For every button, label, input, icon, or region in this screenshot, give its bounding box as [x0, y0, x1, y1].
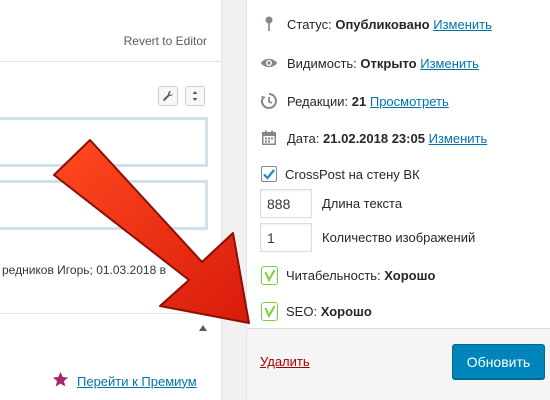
text-length-input[interactable] — [260, 189, 312, 218]
revisions-row: Редакции: 21 Просмотреть — [259, 91, 449, 111]
seo-value: Хорошо — [320, 304, 372, 319]
yoast-check-icon — [261, 266, 278, 285]
visibility-value: Открыто — [360, 55, 417, 71]
editor-toolbar: Revert to Editor — [0, 0, 221, 62]
crosspost-label: CrossPost на стену ВК — [285, 166, 420, 182]
text-length-label: Длина текста — [322, 196, 403, 211]
status-value: Опубликовано — [335, 16, 430, 32]
premium-link-row[interactable]: Перейти к Премиум — [52, 371, 197, 391]
collapse-arrow-icon[interactable] — [199, 325, 207, 331]
visibility-row: Видимость: Открыто Изменить — [259, 53, 479, 73]
star-icon — [52, 371, 69, 391]
editor-panel: Revert to Editor редников Игорь; 01.03.2… — [0, 0, 222, 400]
image-count-label: Количество изображений — [322, 230, 476, 245]
date-value: 21.02.2018 23:05 — [323, 130, 425, 146]
status-edit-link[interactable]: Изменить — [433, 17, 492, 32]
revisions-view-link[interactable]: Просмотреть — [370, 94, 449, 109]
content-block[interactable] — [0, 117, 208, 167]
revisions-value: 21 — [351, 93, 367, 109]
wrench-icon[interactable] — [158, 86, 178, 106]
readability-value: Хорошо — [384, 268, 436, 283]
publish-actions: Удалить Обновить — [247, 328, 550, 400]
readability-label: Читабельность: — [286, 268, 381, 283]
crosspost-checkbox[interactable] — [261, 166, 277, 182]
premium-link[interactable]: Перейти к Премиум — [77, 374, 197, 389]
eye-icon — [259, 53, 279, 73]
image-count-input[interactable] — [260, 223, 312, 252]
update-button[interactable]: Обновить — [452, 344, 545, 379]
calendar-icon — [259, 128, 279, 148]
date-label: Дата: — [287, 130, 320, 146]
content-block[interactable] — [0, 180, 208, 230]
seo-label: SEO: — [286, 304, 318, 319]
revisions-label: Редакции: — [287, 93, 349, 109]
readability-row: Читабельность: Хорошо — [261, 266, 435, 285]
date-edit-link[interactable]: Изменить — [429, 131, 488, 146]
status-row: Статус: Опубликовано Изменить — [259, 14, 492, 34]
pin-icon — [259, 14, 279, 34]
publish-box: Статус: Опубликовано Изменить Видимость:… — [246, 0, 550, 400]
move-updown-icon[interactable] — [185, 86, 205, 106]
visibility-label: Видимость: — [287, 55, 357, 71]
divider — [0, 313, 222, 314]
delete-link[interactable]: Удалить — [260, 354, 310, 369]
visibility-edit-link[interactable]: Изменить — [420, 56, 479, 71]
date-row: Дата: 21.02.2018 23:05 Изменить — [259, 128, 487, 148]
revert-to-editor-link[interactable]: Revert to Editor — [124, 34, 207, 48]
yoast-check-icon — [261, 302, 278, 321]
author-meta-line: редников Игорь; 01.03.2018 в — [2, 263, 166, 277]
crosspost-row: CrossPost на стену ВК — [261, 166, 420, 182]
history-icon — [259, 91, 279, 111]
status-label: Статус: — [287, 16, 332, 32]
seo-row: SEO: Хорошо — [261, 302, 372, 321]
